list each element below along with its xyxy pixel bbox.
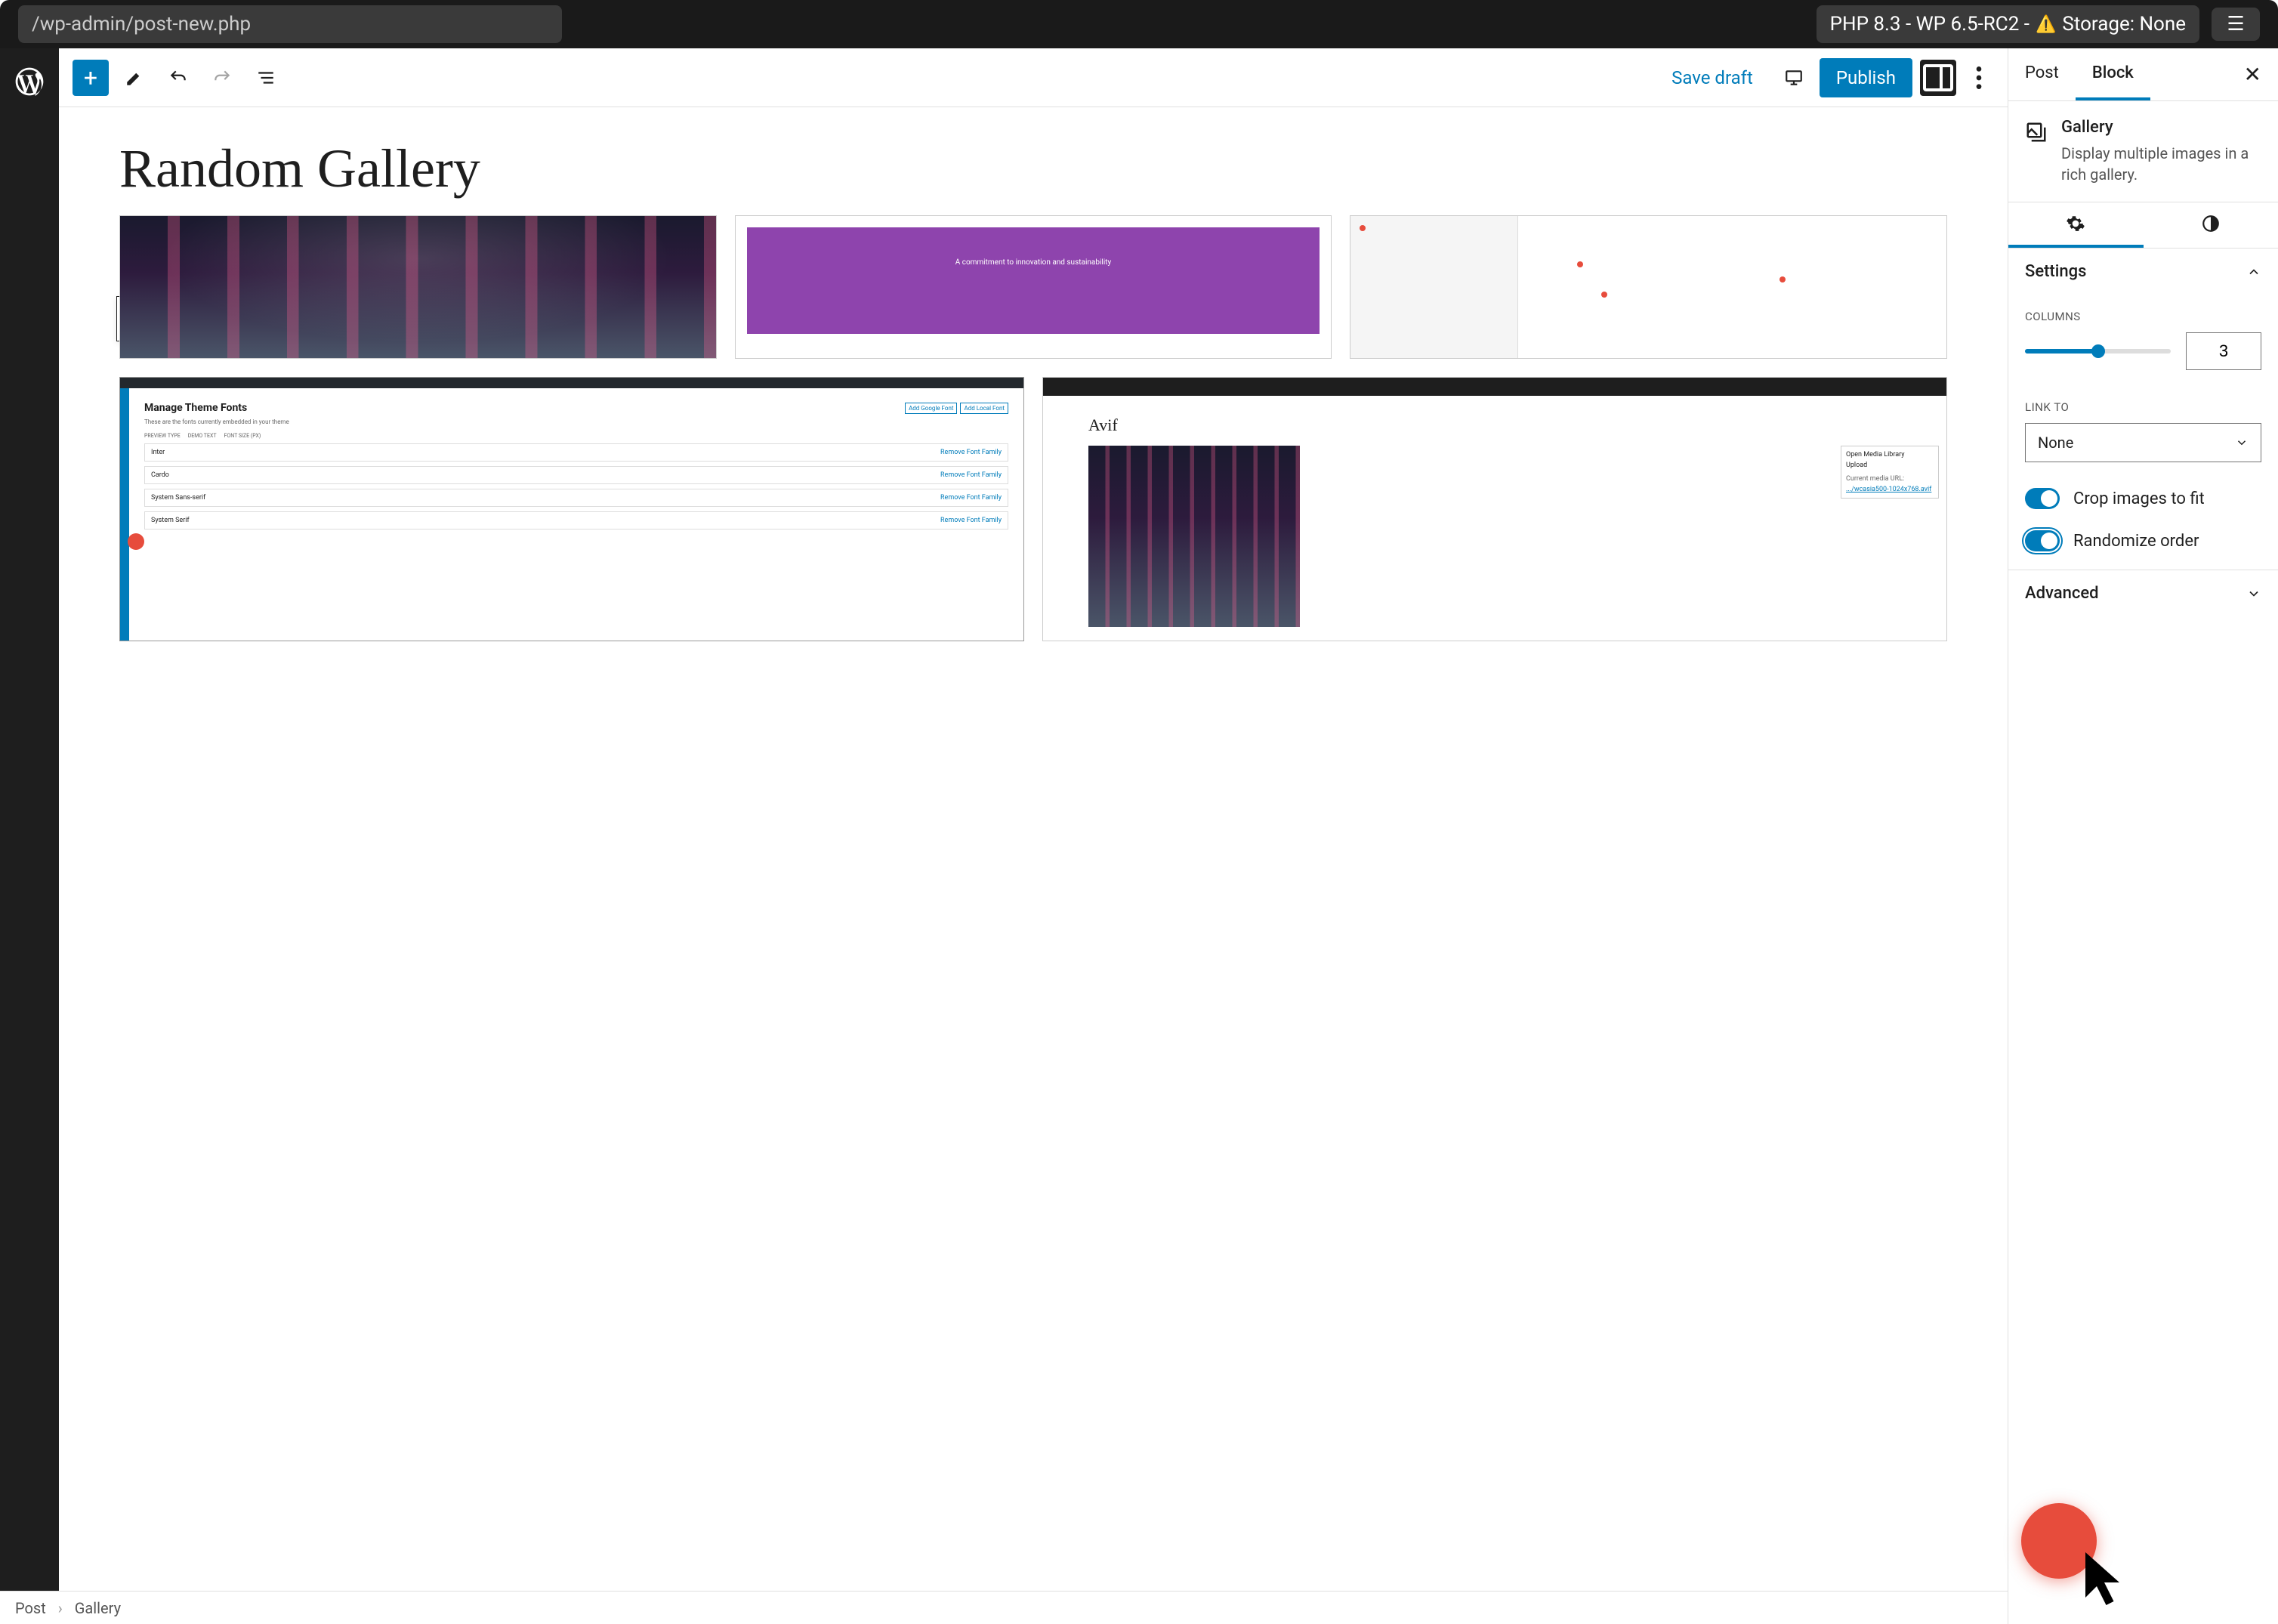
redo-button[interactable] — [204, 60, 240, 96]
pencil-icon — [125, 68, 144, 88]
chevron-down-icon — [2246, 586, 2261, 601]
block-breadcrumb: Post › Gallery — [0, 1591, 2008, 1624]
sidebar-subtabs — [2008, 202, 2278, 249]
publish-button[interactable]: Publish — [1820, 58, 1912, 97]
wordpress-logo-rail[interactable] — [0, 48, 59, 1624]
breadcrumb-gallery[interactable]: Gallery — [75, 1599, 121, 1617]
editor-canvas[interactable]: Random Gallery Add — [59, 107, 2008, 1624]
gallery-image[interactable]: Manage Theme Fonts Add Google FontAdd Lo… — [119, 377, 1024, 641]
crop-images-toggle[interactable] — [2025, 488, 2060, 509]
gallery-image[interactable] — [735, 215, 1332, 359]
url-bar[interactable]: /wp-admin/post-new.php — [18, 5, 562, 43]
columns-label: COLUMNS — [2025, 310, 2261, 323]
block-info: Gallery Display multiple images in a ric… — [2008, 101, 2278, 202]
columns-slider[interactable] — [2025, 349, 2171, 354]
gallery-icon — [2025, 121, 2048, 144]
crop-images-control: Crop images to fit — [2008, 477, 2278, 520]
link-to-control: LINK TO None — [2008, 385, 2278, 477]
block-description: Display multiple images in a rich galler… — [2061, 143, 2261, 185]
close-sidebar-button[interactable]: ✕ — [2227, 62, 2278, 87]
crop-images-label: Crop images to fit — [2073, 489, 2205, 508]
edit-tool-button[interactable] — [116, 60, 153, 96]
settings-sidebar-toggle[interactable] — [1920, 60, 1956, 96]
randomize-order-toggle[interactable] — [2025, 530, 2060, 551]
sidebar-icon — [1920, 60, 1956, 96]
post-title[interactable]: Random Gallery — [119, 137, 1947, 200]
breadcrumb-post[interactable]: Post — [15, 1599, 46, 1617]
more-options-button[interactable] — [1964, 60, 1994, 96]
contrast-icon — [2201, 214, 2221, 233]
tab-block[interactable]: Block — [2076, 48, 2150, 100]
columns-input[interactable] — [2186, 332, 2261, 370]
editor-toolbar: + Save draft Publish — [59, 48, 2008, 107]
gallery-image[interactable] — [119, 215, 717, 359]
browser-menu-button[interactable]: ☰ — [2212, 8, 2260, 41]
undo-button[interactable] — [160, 60, 196, 96]
more-vertical-icon — [1964, 63, 1994, 93]
advanced-panel-header[interactable]: Advanced — [2008, 570, 2278, 616]
wordpress-icon — [13, 65, 46, 98]
browser-chrome: /wp-admin/post-new.php PHP 8.3 - WP 6.5-… — [0, 0, 2278, 48]
settings-sidebar: Post Block ✕ Gallery Display multiple im… — [2008, 48, 2278, 1624]
document-overview-button[interactable] — [248, 60, 284, 96]
warning-icon: ⚠️ — [2036, 15, 2056, 34]
preview-button[interactable] — [1776, 60, 1812, 96]
desktop-icon — [1784, 68, 1804, 88]
chevron-right-icon: › — [58, 1599, 63, 1617]
gallery-image[interactable] — [1350, 215, 1947, 359]
link-to-select[interactable]: None — [2025, 423, 2261, 462]
settings-panel-header[interactable]: Settings — [2008, 249, 2278, 295]
list-view-icon — [256, 68, 276, 88]
randomize-order-control: Randomize order — [2008, 520, 2278, 562]
gallery-block[interactable] — [119, 215, 1947, 359]
columns-control: COLUMNS — [2008, 295, 2278, 385]
chevron-down-icon — [2235, 436, 2249, 449]
gallery-image[interactable]: Avif Open Media Library Upload Current m… — [1042, 377, 1947, 641]
save-draft-button[interactable]: Save draft — [1656, 67, 1768, 88]
add-block-button[interactable]: + — [73, 60, 109, 96]
styles-subtab[interactable] — [2144, 202, 2278, 248]
chevron-up-icon — [2246, 264, 2261, 279]
randomize-order-label: Randomize order — [2073, 532, 2199, 551]
settings-subtab[interactable] — [2008, 202, 2144, 248]
link-to-label: LINK TO — [2025, 400, 2261, 414]
redo-icon — [212, 68, 232, 88]
environment-badge: PHP 8.3 - WP 6.5-RC2 - ⚠️ Storage: None — [1817, 5, 2199, 43]
gear-icon — [2066, 214, 2085, 233]
sidebar-tabs: Post Block ✕ — [2008, 48, 2278, 101]
undo-icon — [168, 68, 188, 88]
tab-post[interactable]: Post — [2008, 48, 2076, 100]
cursor-arrow-icon — [2082, 1548, 2127, 1609]
block-title: Gallery — [2061, 118, 2261, 137]
